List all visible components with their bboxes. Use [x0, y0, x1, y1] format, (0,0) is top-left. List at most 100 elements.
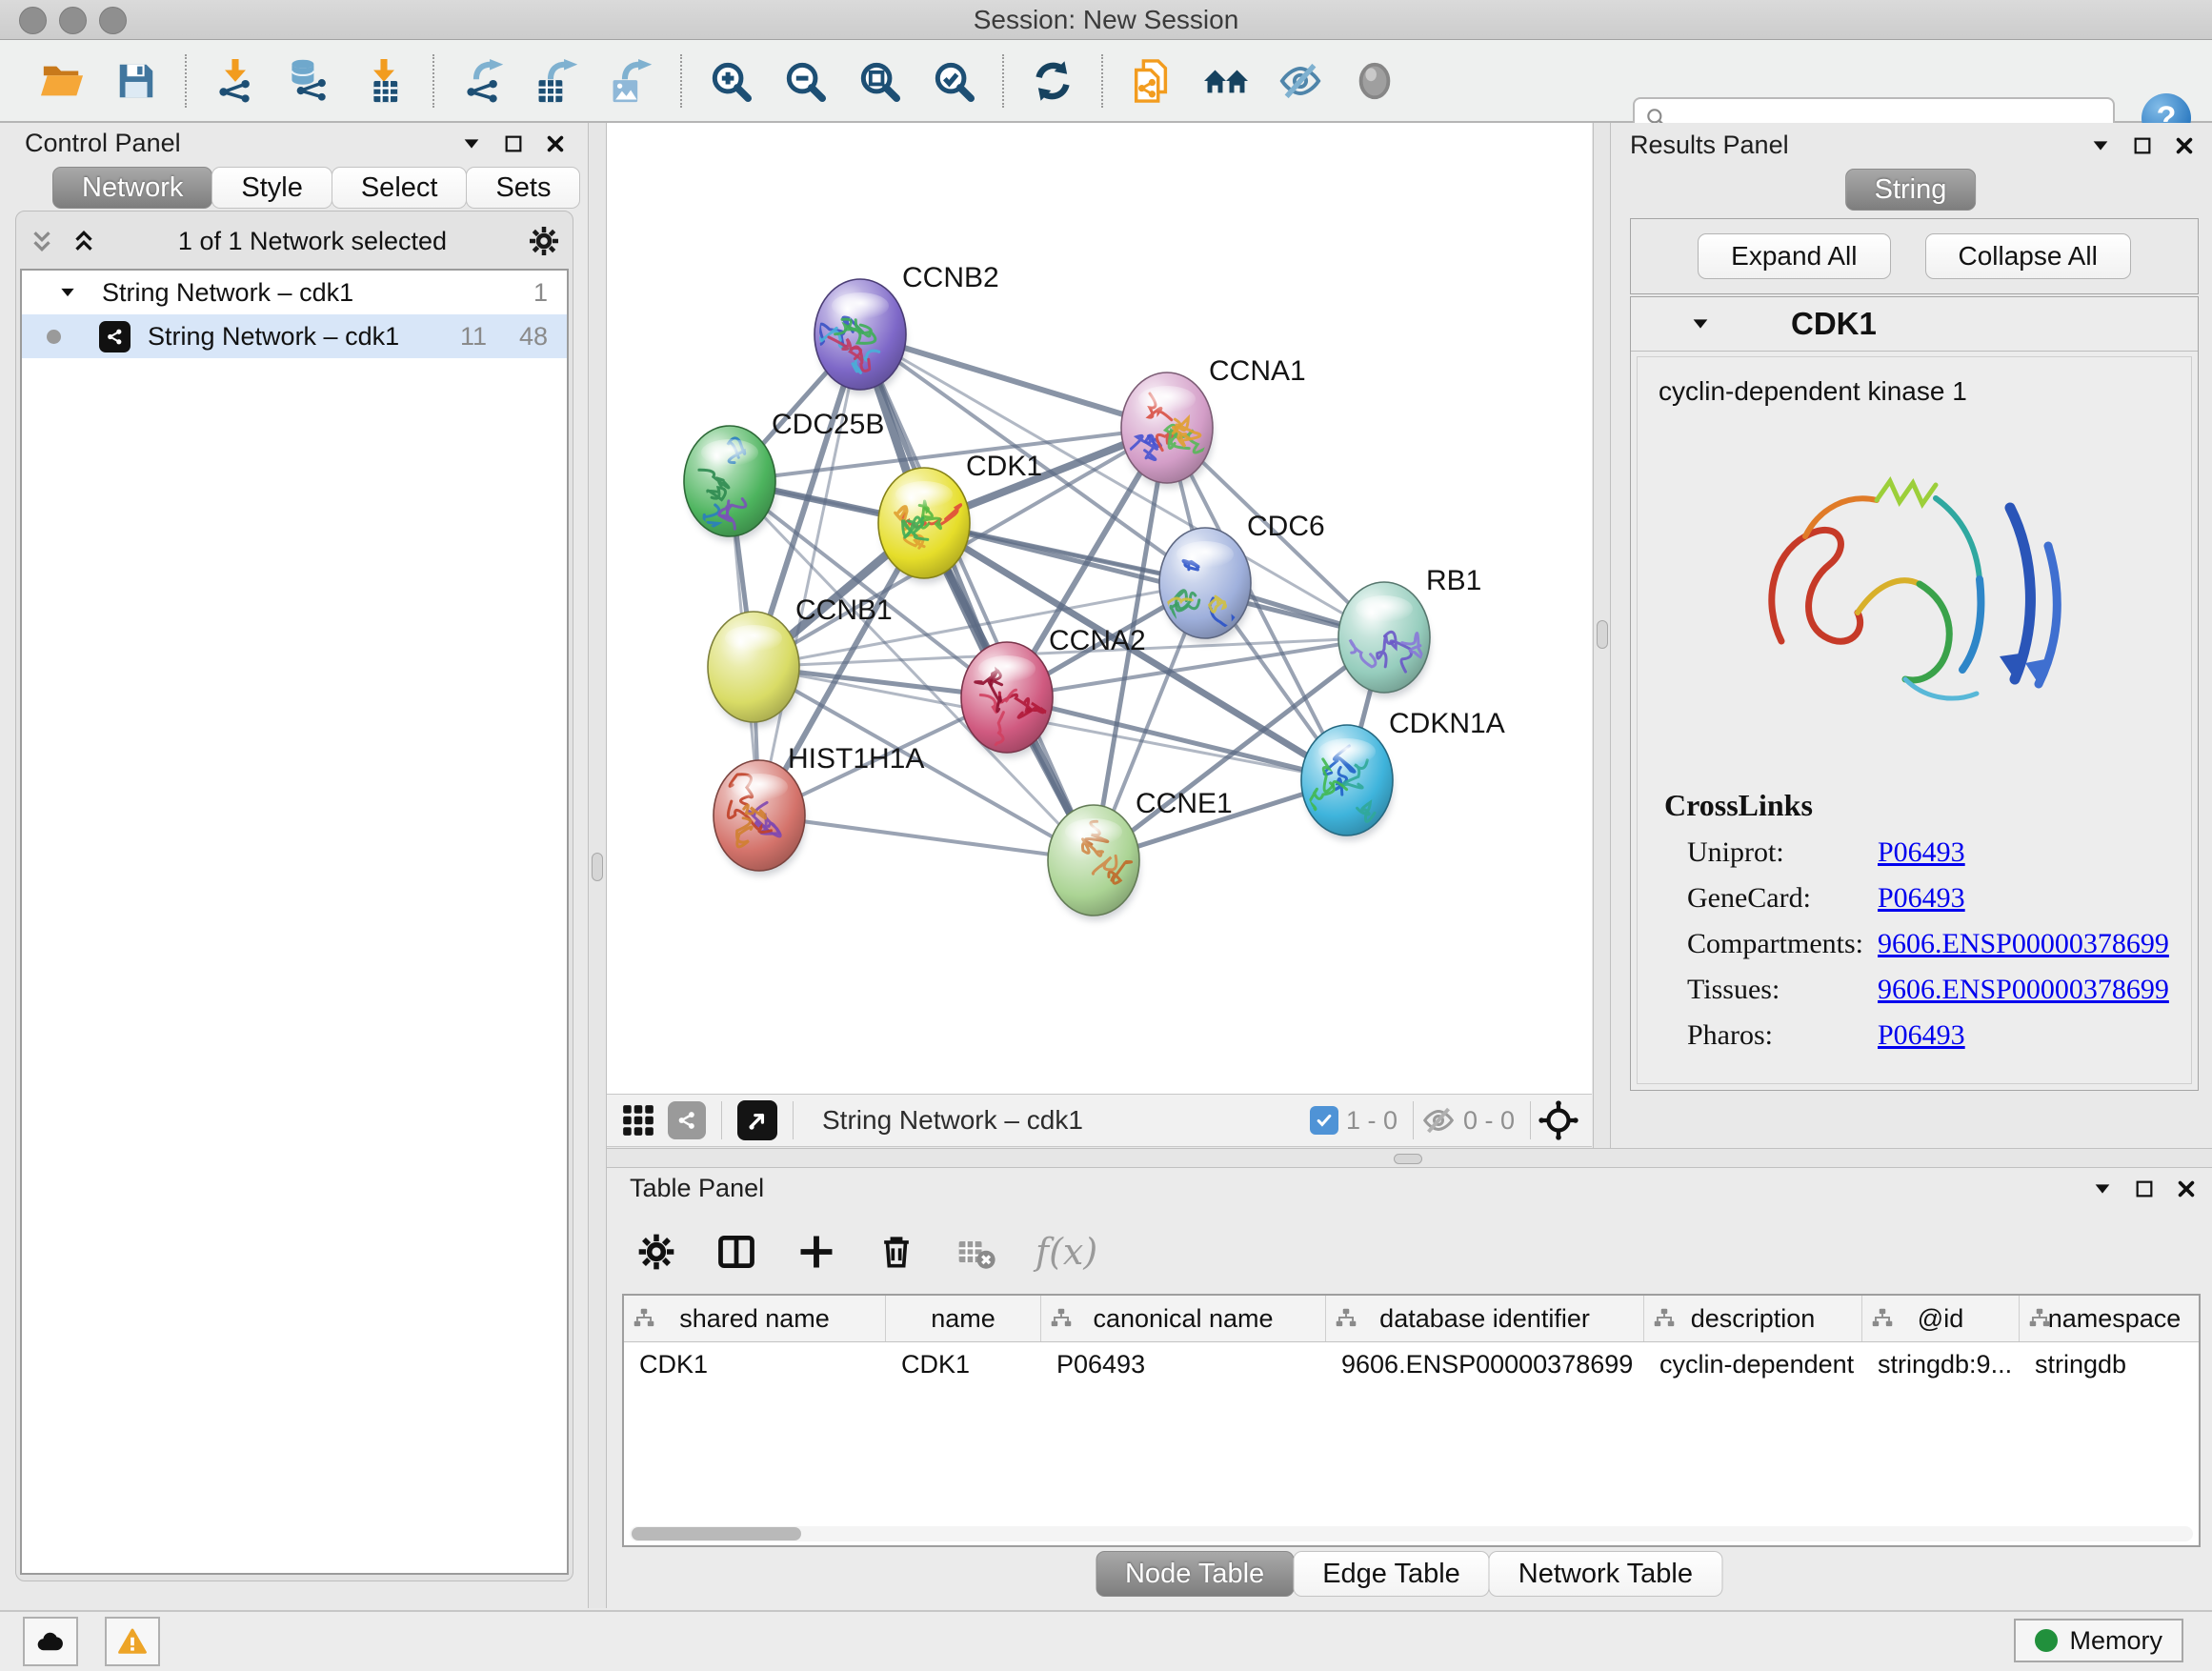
import-network-database-button[interactable]: [287, 58, 332, 104]
panel-close-icon[interactable]: [2176, 1178, 2197, 1199]
expand-all-button[interactable]: Expand All: [1698, 233, 1890, 279]
cell-description[interactable]: cyclin-dependent ...: [1644, 1342, 1862, 1386]
scrollbar-thumb[interactable]: [632, 1527, 801, 1540]
selected-nodes-checkbox[interactable]: [1310, 1106, 1338, 1135]
cell-namespace[interactable]: stringdb: [2020, 1342, 2201, 1386]
table-header-row: shared namenamecanonical namedatabase id…: [624, 1296, 2199, 1342]
export-table-button[interactable]: [534, 58, 580, 104]
zoom-selected-button[interactable]: [931, 58, 976, 104]
tab-style[interactable]: Style: [211, 167, 332, 209]
crosslink-link[interactable]: P06493: [1878, 1019, 1965, 1052]
panel-close-icon[interactable]: [2174, 135, 2195, 156]
section-caret-icon[interactable]: [1690, 313, 1711, 334]
tab-string[interactable]: String: [1845, 169, 1977, 211]
collapse-all-button[interactable]: Collapse All: [1925, 233, 2131, 279]
network-view-toolbar: String Network – cdk1 1 - 0 0 - 0: [607, 1094, 1592, 1147]
node-section-title: CDK1: [1791, 306, 1877, 342]
panel-menu-icon[interactable]: [2092, 1178, 2113, 1199]
network-share-icon[interactable]: [668, 1101, 706, 1139]
network-collection-row[interactable]: String Network – cdk1 1: [22, 271, 567, 314]
network-title-label: String Network – cdk1: [822, 1105, 1083, 1136]
cell-database-identifier[interactable]: 9606.ENSP00000378699: [1326, 1342, 1644, 1386]
tab-edge-table[interactable]: Edge Table: [1293, 1551, 1490, 1597]
panel-float-icon[interactable]: [2134, 1178, 2155, 1199]
zoom-in-button[interactable]: [708, 58, 754, 104]
crosslink-link[interactable]: P06493: [1878, 836, 1965, 869]
memory-button[interactable]: Memory: [2014, 1619, 2183, 1662]
protein-structure-image: [1724, 441, 2105, 755]
zoom-fit-button[interactable]: [856, 58, 902, 104]
table-row[interactable]: CDK1CDK1P064939606.ENSP00000378699cyclin…: [624, 1342, 2199, 1386]
cell-shared-name[interactable]: CDK1: [624, 1342, 886, 1386]
column-label: namespace: [2048, 1304, 2182, 1334]
tab-network[interactable]: Network: [52, 167, 212, 209]
import-network-file-button[interactable]: [212, 58, 258, 104]
left-splitter-handle[interactable]: [592, 853, 603, 881]
tab-node-table[interactable]: Node Table: [1096, 1551, 1294, 1597]
network-canvas[interactable]: CCNB2 CCNA1 CDC25B CDK1 CDC6: [607, 123, 1592, 1094]
bottom-splitter-handle[interactable]: [1394, 1154, 1422, 1164]
table-horizontal-scrollbar[interactable]: [630, 1526, 2193, 1541]
column-header-database-identifier[interactable]: database identifier: [1326, 1296, 1644, 1341]
hidden-eye-icon[interactable]: [1421, 1103, 1456, 1137]
column-header-namespace[interactable]: namespace: [2020, 1296, 2201, 1341]
right-splitter[interactable]: [1593, 123, 1611, 1148]
column-header-name[interactable]: name: [886, 1296, 1041, 1341]
cell-canonical-name[interactable]: P06493: [1041, 1342, 1326, 1386]
save-session-button[interactable]: [113, 58, 159, 104]
zoom-out-button[interactable]: [782, 58, 828, 104]
panel-close-icon[interactable]: [545, 133, 566, 154]
import-table-file-button[interactable]: [361, 58, 407, 104]
export-image-button[interactable]: [609, 58, 654, 104]
crosslink-link[interactable]: 9606.ENSP00000378699: [1878, 928, 2169, 960]
crosslink-link[interactable]: 9606.ENSP00000378699: [1878, 974, 2169, 1006]
expand-all-icon[interactable]: [70, 227, 98, 255]
network-options-gear-icon[interactable]: [527, 224, 561, 258]
show-columns-icon[interactable]: [715, 1231, 757, 1273]
column-header-canonical-name[interactable]: canonical name: [1041, 1296, 1326, 1341]
toolbar-separator: [680, 54, 682, 108]
tab-network-table[interactable]: Network Table: [1489, 1551, 1722, 1597]
add-column-icon[interactable]: [795, 1231, 837, 1273]
show-all-button[interactable]: [1352, 58, 1398, 104]
tab-select[interactable]: Select: [332, 167, 468, 209]
panel-float-icon[interactable]: [503, 133, 524, 154]
column-header--id[interactable]: @id: [1862, 1296, 2020, 1341]
hide-selected-button[interactable]: [1277, 58, 1323, 104]
network-row-selected[interactable]: String Network – cdk1 11 48: [22, 314, 567, 358]
birds-eye-view-icon[interactable]: [737, 1100, 777, 1140]
crosslink-row: Compartments:9606.ENSP00000378699: [1687, 928, 2191, 960]
node-section-header[interactable]: CDK1: [1631, 297, 2198, 352]
delete-column-icon[interactable]: [875, 1231, 917, 1273]
crosslink-link[interactable]: P06493: [1878, 882, 1965, 915]
left-splitter[interactable]: [588, 123, 607, 1608]
shared-column-icon: [1652, 1306, 1677, 1331]
tab-sets[interactable]: Sets: [466, 167, 580, 209]
column-header-shared-name[interactable]: shared name: [624, 1296, 886, 1341]
delete-table-icon[interactable]: [955, 1231, 997, 1273]
control-panel: Control Panel NetworkStyleSelectSets 1 o…: [0, 123, 587, 1608]
cloud-status-button[interactable]: [23, 1617, 78, 1666]
panel-menu-icon[interactable]: [2090, 135, 2111, 156]
function-builder-icon[interactable]: f(x): [1036, 1231, 1097, 1273]
crosslink-label: Tissues:: [1687, 974, 1878, 1006]
share-document-button[interactable]: [1129, 58, 1175, 104]
table-options-gear-icon[interactable]: [635, 1231, 677, 1273]
fit-selected-crosshair-icon[interactable]: [1538, 1100, 1579, 1140]
right-splitter-handle[interactable]: [1597, 620, 1608, 649]
collapse-all-icon[interactable]: [28, 227, 56, 255]
warnings-button[interactable]: [105, 1617, 160, 1666]
panel-menu-icon[interactable]: [461, 133, 482, 154]
tree-caret-icon[interactable]: [58, 283, 77, 302]
cell--id[interactable]: stringdb:9...: [1862, 1342, 2020, 1386]
network-list: String Network – cdk1 1 String Network –…: [20, 269, 569, 1575]
grid-view-icon[interactable]: [620, 1102, 656, 1138]
cell-name[interactable]: CDK1: [886, 1342, 1041, 1386]
string-home-button[interactable]: [1203, 58, 1249, 104]
panel-float-icon[interactable]: [2132, 135, 2153, 156]
column-header-description[interactable]: description: [1644, 1296, 1862, 1341]
bottom-splitter[interactable]: [607, 1148, 2212, 1168]
refresh-button[interactable]: [1030, 58, 1076, 104]
open-session-button[interactable]: [39, 58, 85, 104]
export-network-button[interactable]: [460, 58, 506, 104]
